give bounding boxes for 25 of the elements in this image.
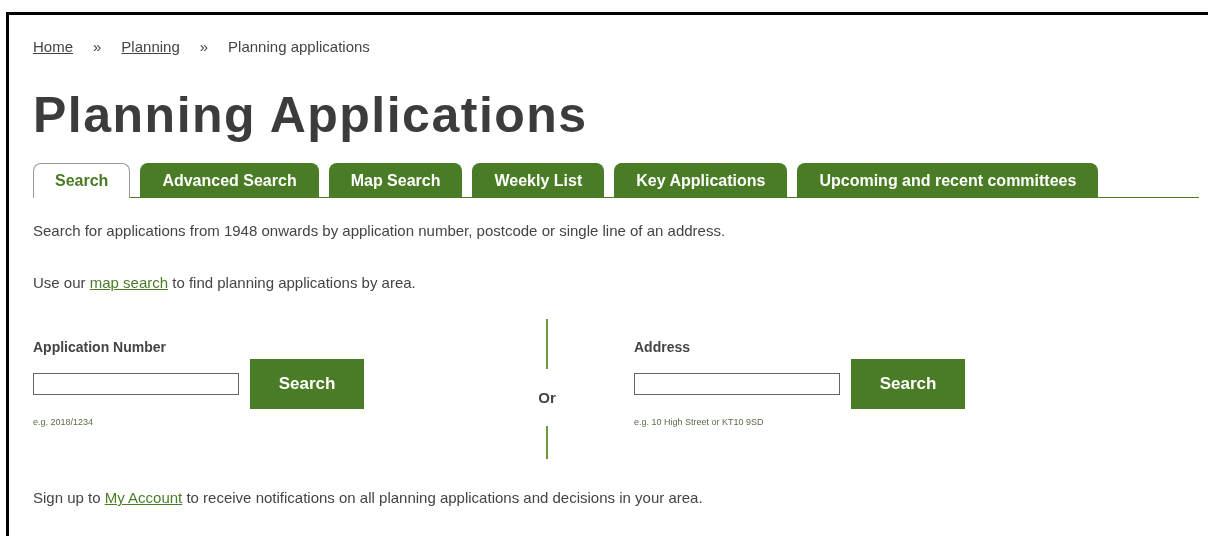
map-search-text: Use our map search to find planning applications by area. xyxy=(33,274,417,291)
map-search-link[interactable]: map search xyxy=(89,274,169,291)
tab[interactable]: Upcoming and recent committees xyxy=(797,163,1099,197)
or-label: Or xyxy=(538,388,556,406)
search-button[interactable]: Search xyxy=(851,359,965,409)
field-label: Application Number xyxy=(33,339,167,355)
field-label: Address xyxy=(634,339,692,355)
field-hint: e.g. 2018/1234 xyxy=(33,417,95,427)
breadcrumb-separator: » xyxy=(199,37,209,55)
field-hint: e.g. 10 High Street or KT10 9SD xyxy=(634,417,765,427)
tab[interactable]: Advanced Search xyxy=(140,163,319,197)
signup-text: Sign up to My Account to receive notifications on all planning applications and decisions in your area. xyxy=(33,489,704,506)
input-field[interactable] xyxy=(634,373,840,395)
my-account-link[interactable]: My Account xyxy=(104,489,183,506)
tab[interactable]: Weekly List xyxy=(472,163,605,197)
breadcrumb-current: Planning applications xyxy=(228,37,370,55)
search-button[interactable]: Search xyxy=(250,359,364,409)
tab[interactable]: Key Applications xyxy=(614,163,788,197)
intro-text: Search for applications from 1948 onwards by application number, postcode or single line of an address. xyxy=(33,222,727,239)
input-field[interactable] xyxy=(33,373,239,395)
breadcrumb-link[interactable]: Home xyxy=(33,37,73,55)
breadcrumb-link[interactable]: Planning xyxy=(121,37,180,55)
tab[interactable]: Search xyxy=(33,163,131,198)
breadcrumb-separator: » xyxy=(93,37,102,55)
tab[interactable]: Map Search xyxy=(328,163,463,197)
